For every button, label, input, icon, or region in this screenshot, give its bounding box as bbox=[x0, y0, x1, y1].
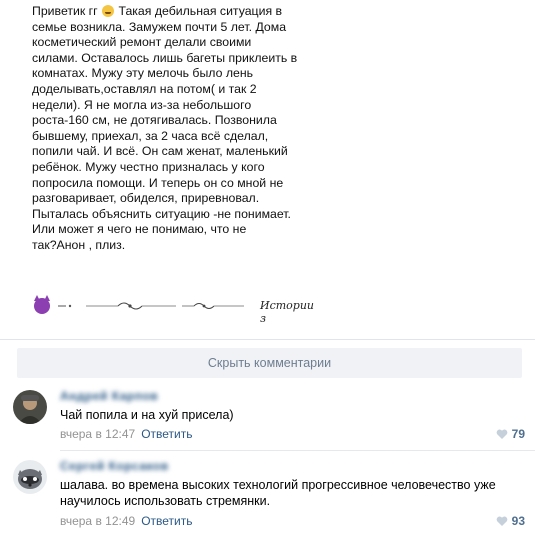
comment-author[interactable]: Андрей Карпов bbox=[60, 389, 158, 403]
comment-time[interactable]: вчера в 12:49 bbox=[60, 514, 135, 528]
like-count: 79 bbox=[511, 427, 525, 441]
avatar-image bbox=[13, 390, 47, 424]
post-text-start: Приветик гг bbox=[32, 4, 102, 18]
comment-text: Чай попила и на хуй присела) bbox=[60, 408, 234, 422]
like-button[interactable]: 79 bbox=[496, 427, 525, 441]
comment-time[interactable]: вчера в 12:47 bbox=[60, 427, 135, 441]
like-count: 93 bbox=[511, 514, 525, 528]
comment-author[interactable]: Сергей Корсаков bbox=[60, 459, 169, 473]
post-signature: Истории з bbox=[260, 299, 315, 325]
post-divider: Истории з bbox=[34, 295, 314, 325]
avatar-image bbox=[13, 460, 47, 494]
comment-text: шалава. во времена высоких технологий пр… bbox=[60, 478, 496, 508]
post-text-body: Такая дебильная ситуация в семье возникл… bbox=[32, 4, 298, 252]
comment: Сергей Корсаков шалава. во времена высок… bbox=[0, 456, 535, 537]
reply-button[interactable]: Ответить bbox=[141, 514, 192, 528]
post-separator bbox=[0, 339, 535, 340]
post-card: Приветик гг Такая дебильная ситуация в с… bbox=[0, 0, 535, 340]
ornament-divider-icon bbox=[58, 302, 244, 310]
comment-meta: вчера в 12:47 Ответить bbox=[60, 427, 192, 441]
post-text: Приветик гг Такая дебильная ситуация в с… bbox=[32, 4, 307, 254]
heart-icon bbox=[496, 516, 507, 526]
avatar[interactable] bbox=[13, 460, 47, 494]
avatar[interactable] bbox=[13, 390, 47, 424]
comment: Андрей Карпов Чай попила и на хуй присел… bbox=[0, 386, 535, 446]
comment-divider bbox=[60, 450, 535, 451]
devil-icon bbox=[34, 295, 50, 314]
grin-emoji-icon bbox=[102, 5, 115, 17]
hide-comments-button[interactable]: Скрыть комментарии bbox=[17, 348, 522, 378]
heart-icon bbox=[496, 429, 507, 439]
like-button[interactable]: 93 bbox=[496, 514, 525, 528]
reply-button[interactable]: Ответить bbox=[141, 427, 192, 441]
comment-meta: вчера в 12:49 Ответить bbox=[60, 514, 192, 528]
